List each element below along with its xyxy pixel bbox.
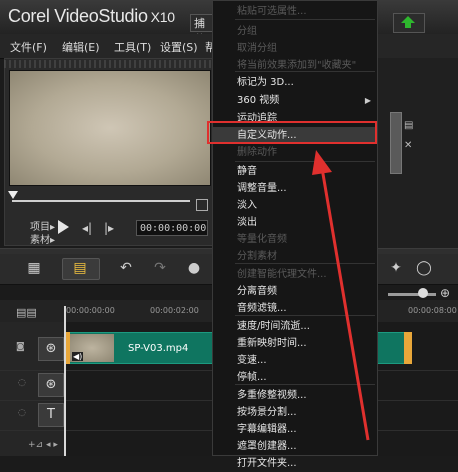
annotation-arrow-icon bbox=[312, 150, 370, 441]
menu-item-label: 打开文件夹... bbox=[237, 458, 297, 469]
menu-item[interactable]: 打开文件夹... bbox=[213, 455, 377, 472]
